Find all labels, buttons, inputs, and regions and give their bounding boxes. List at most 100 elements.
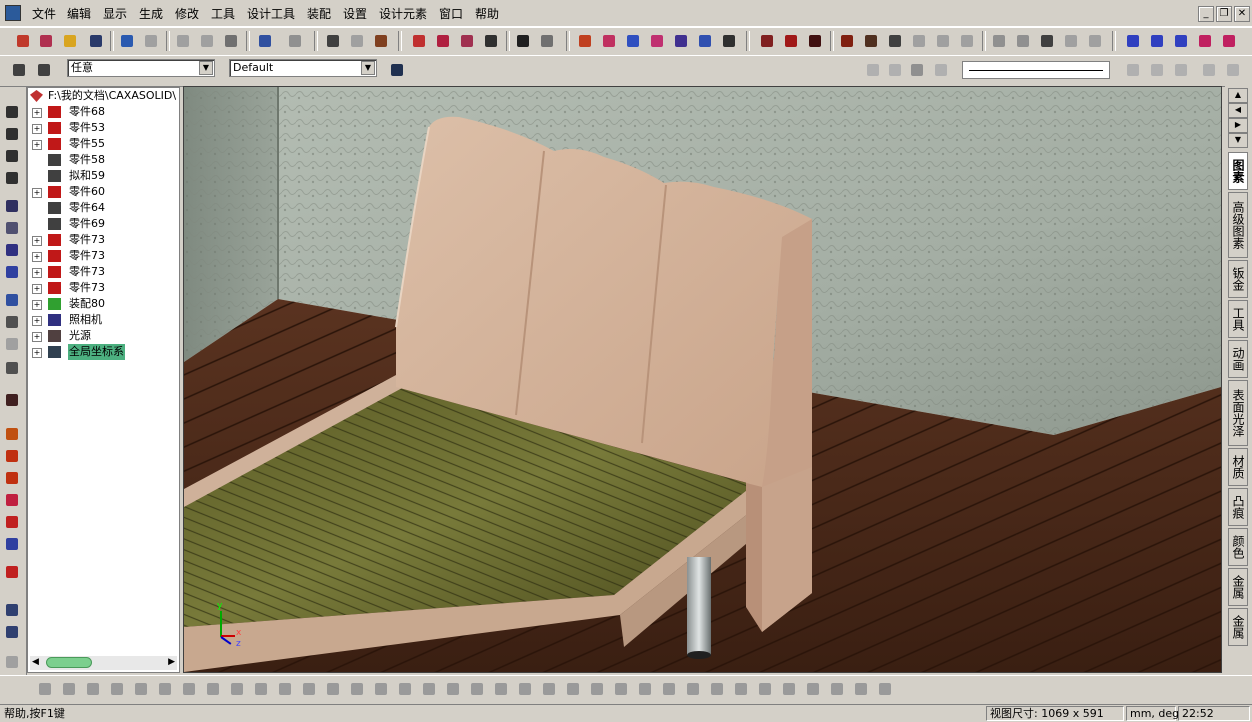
fillet-line-icon[interactable] <box>276 680 294 698</box>
tab-next-icon[interactable]: ▶ <box>1228 118 1248 133</box>
dimension-icon[interactable] <box>538 32 556 50</box>
arc-icon[interactable] <box>132 680 150 698</box>
tree-item[interactable]: + 零件73 <box>28 248 179 264</box>
expand-icon[interactable]: + <box>32 236 42 246</box>
close-button[interactable]: ✕ <box>1234 6 1250 22</box>
view-iso-icon[interactable] <box>1196 32 1214 50</box>
loft-tool-icon[interactable] <box>3 491 21 509</box>
expand-icon[interactable]: + <box>32 268 42 278</box>
hand-icon[interactable] <box>3 653 21 671</box>
new-file-icon[interactable] <box>14 32 32 50</box>
select-box-icon[interactable] <box>35 61 53 79</box>
tab-last-icon[interactable]: ▼ <box>1228 133 1248 148</box>
tab-catalog[interactable]: 钣金 <box>1228 260 1248 298</box>
anim-edit-icon[interactable] <box>1172 61 1190 79</box>
filter-select[interactable]: 任意 ▼ <box>67 59 215 77</box>
tree-item[interactable]: 拟和59 <box>28 168 179 184</box>
copy-icon[interactable] <box>198 32 216 50</box>
tab-catalog[interactable]: 图素 <box>1228 152 1248 190</box>
box-tool-icon[interactable] <box>600 32 618 50</box>
tangent-con-icon[interactable] <box>828 680 846 698</box>
3d-viewport[interactable]: y x z <box>183 86 1222 673</box>
open-folder-icon[interactable] <box>61 32 79 50</box>
slope-icon[interactable] <box>876 680 894 698</box>
menu-help[interactable]: 帮助 <box>475 5 499 22</box>
tab-catalog[interactable]: 动画 <box>1228 340 1248 378</box>
tree-item[interactable]: + 光源 <box>28 328 179 344</box>
offset-icon[interactable] <box>252 680 270 698</box>
spline-icon[interactable] <box>108 680 126 698</box>
tab-first-icon[interactable]: ▲ <box>1228 88 1248 103</box>
eyedropper-icon[interactable] <box>3 601 21 619</box>
undo-sketch-icon[interactable] <box>564 680 582 698</box>
line-icon[interactable] <box>300 680 318 698</box>
style-select[interactable]: Default ▼ <box>229 59 377 77</box>
point-icon[interactable] <box>444 680 462 698</box>
expand-icon[interactable]: + <box>32 252 42 262</box>
sweep-icon[interactable] <box>886 32 904 50</box>
tree-item[interactable]: + 零件73 <box>28 264 179 280</box>
expand-icon[interactable]: + <box>32 188 42 198</box>
box-select-icon[interactable] <box>60 680 78 698</box>
walk-icon[interactable] <box>3 169 21 187</box>
menu-edit[interactable]: 编辑 <box>67 5 91 22</box>
view-side-icon[interactable] <box>1172 32 1190 50</box>
tree-item[interactable]: + 零件60 <box>28 184 179 200</box>
minimize-button[interactable]: _ <box>1198 6 1214 22</box>
tree-item[interactable]: + 装配80 <box>28 296 179 312</box>
scrollbar-thumb[interactable] <box>46 657 92 668</box>
camera-tool-icon[interactable] <box>3 291 21 309</box>
expand-icon[interactable]: + <box>32 300 42 310</box>
zoom-window-icon[interactable] <box>3 219 21 237</box>
circle-icon[interactable] <box>84 680 102 698</box>
menu-modify[interactable]: 修改 <box>175 5 199 22</box>
redo-sketch-icon[interactable] <box>588 680 606 698</box>
paste-icon[interactable] <box>222 32 240 50</box>
angle-icon[interactable] <box>852 680 870 698</box>
parallel-icon[interactable] <box>756 680 774 698</box>
anim-path-icon[interactable] <box>1124 61 1142 79</box>
stretch-icon[interactable] <box>648 32 666 50</box>
pan-icon[interactable] <box>3 103 21 121</box>
tree-item[interactable]: 零件58 <box>28 152 179 168</box>
extrude-tool-icon[interactable] <box>3 425 21 443</box>
undo-icon[interactable] <box>118 32 136 50</box>
find-icon[interactable] <box>256 32 274 50</box>
tilt-icon[interactable] <box>458 32 476 50</box>
tree-item[interactable]: + 照相机 <box>28 312 179 328</box>
menu-assembly[interactable]: 装配 <box>307 5 331 22</box>
sweep-tool-icon[interactable] <box>3 469 21 487</box>
camera-target-icon[interactable] <box>3 313 21 331</box>
spin-icon[interactable] <box>3 147 21 165</box>
tree-item[interactable]: + 全局坐标系 <box>28 344 179 360</box>
orbit-icon[interactable] <box>3 125 21 143</box>
text-tool-icon[interactable] <box>3 563 21 581</box>
expand-icon[interactable]: + <box>32 140 42 150</box>
paint-icon[interactable] <box>3 623 21 641</box>
zoom-icon[interactable] <box>3 197 21 215</box>
help-pointer-icon[interactable] <box>286 32 304 50</box>
hatch-icon[interactable] <box>156 680 174 698</box>
vertical-icon[interactable] <box>732 680 750 698</box>
text-icon[interactable] <box>514 32 532 50</box>
tree-item[interactable]: 零件64 <box>28 200 179 216</box>
loft-icon[interactable] <box>910 32 928 50</box>
tab-catalog[interactable]: 金属 <box>1228 568 1248 606</box>
menu-generate[interactable]: 生成 <box>139 5 163 22</box>
trim-line-icon[interactable] <box>228 680 246 698</box>
material-icon[interactable] <box>372 32 390 50</box>
tree-item[interactable]: + 零件73 <box>28 232 179 248</box>
plane-tool-icon[interactable] <box>624 32 642 50</box>
chevron-down-icon[interactable]: ▼ <box>199 61 213 75</box>
hierarchy-icon[interactable] <box>388 61 406 79</box>
chevron-down-icon[interactable]: ▼ <box>361 61 375 75</box>
section-icon[interactable] <box>1062 32 1080 50</box>
extend-icon[interactable] <box>204 680 222 698</box>
tab-catalog[interactable]: 工具 <box>1228 300 1248 338</box>
animation-slider[interactable] <box>962 61 1110 79</box>
tab-catalog[interactable]: 高级图素 <box>1228 192 1248 258</box>
expand-icon[interactable]: + <box>32 108 42 118</box>
pointer-tool-icon[interactable] <box>576 32 594 50</box>
design-tree[interactable]: F:\我的文档\CAXASOLID\ + 零件68 + 零件53 + 零件55 零件58 拟和… <box>27 87 180 673</box>
anim-settings-icon[interactable] <box>1200 61 1218 79</box>
